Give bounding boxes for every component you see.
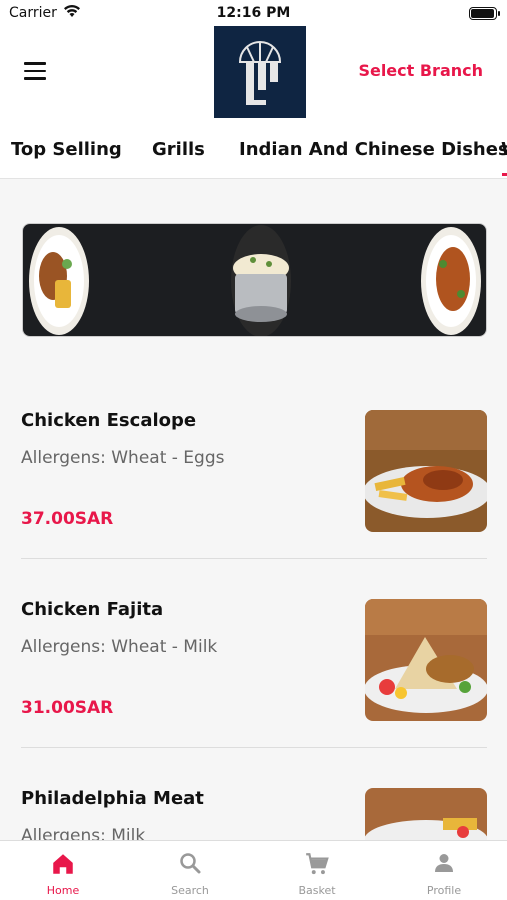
- item-allergens: Allergens: Wheat - Eggs: [21, 448, 225, 468]
- tab-indian-and-chinese-dishes[interactable]: Indian And Chinese Dishes: [239, 139, 507, 160]
- nav-label: Search: [171, 884, 209, 897]
- tab-next-category[interactable]: W: [501, 139, 507, 160]
- item-photo[interactable]: [365, 788, 487, 840]
- home-icon: [53, 854, 73, 874]
- divider: [21, 747, 487, 748]
- cart-icon: [306, 853, 329, 875]
- nav-label: Profile: [426, 884, 462, 897]
- item-photo[interactable]: [365, 599, 487, 721]
- tab-grills[interactable]: Grills: [152, 139, 205, 160]
- nav-home[interactable]: Home: [0, 841, 126, 900]
- nav-search[interactable]: Search: [127, 841, 253, 900]
- bottom-navigation: Home Search Basket Profile: [0, 840, 507, 900]
- clock: 12:16 PM: [216, 5, 291, 21]
- menu-item[interactable]: Chicken Fajita Allergens: Wheat - Milk 3…: [0, 589, 507, 747]
- search-icon: [180, 853, 201, 874]
- item-name: Chicken Escalope: [21, 410, 197, 431]
- item-price: 37.00SAR: [21, 509, 114, 529]
- profile-icon: [435, 854, 453, 872]
- menu-item[interactable]: Chicken Escalope Allergens: Wheat - Eggs…: [0, 400, 507, 558]
- nav-label: Basket: [298, 884, 336, 897]
- hamburger-menu-icon[interactable]: [24, 62, 46, 80]
- nav-profile[interactable]: Profile: [381, 841, 507, 900]
- item-allergens: Allergens: Wheat - Milk: [21, 637, 218, 657]
- item-price: 31.00SAR: [21, 698, 114, 718]
- menu-item[interactable]: Philadelphia Meat Allergens: Milk: [0, 778, 507, 840]
- active-tab-indicator: [502, 173, 507, 176]
- battery-icon: [469, 7, 500, 20]
- restaurant-logo: [214, 26, 306, 118]
- item-allergens: Allergens: Milk: [21, 826, 146, 840]
- item-photo[interactable]: [365, 410, 487, 532]
- status-bar: Carrier 12:16 PM: [0, 0, 507, 26]
- nav-basket[interactable]: Basket: [254, 841, 380, 900]
- item-name: Philadelphia Meat: [21, 788, 204, 809]
- category-tabs: Top Selling Grills Indian And Chinese Di…: [0, 122, 507, 179]
- divider: [21, 558, 487, 559]
- select-branch-link[interactable]: Select Branch: [358, 61, 483, 80]
- item-name: Chicken Fajita: [21, 599, 164, 620]
- promo-banner[interactable]: [22, 223, 487, 337]
- app-header: Select Branch: [0, 26, 507, 122]
- nav-label: Home: [46, 884, 80, 897]
- tab-top-selling[interactable]: Top Selling: [11, 139, 122, 160]
